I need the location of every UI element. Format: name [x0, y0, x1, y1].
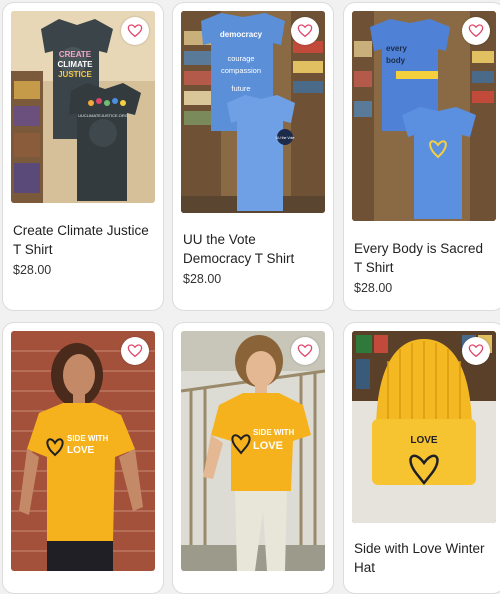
heart-outline-icon [468, 24, 484, 38]
product-price: $28.00 [183, 272, 222, 286]
product-price: $28.00 [354, 281, 393, 295]
product-card[interactable]: SIDE WITH LOVE [2, 322, 164, 594]
product-title[interactable]: Side with Love Winter Hat [354, 539, 494, 577]
product-card[interactable]: CREATE CLIMATE JUSTICE UUCLIMATEJUSTICE.… [2, 2, 164, 311]
shirt-print-text: CLIMATE [58, 60, 94, 69]
heart-outline-icon [468, 344, 484, 358]
favorite-button[interactable] [291, 17, 319, 45]
favorite-button[interactable] [121, 337, 149, 365]
product-title[interactable]: Every Body is Sacred T Shirt [354, 239, 494, 277]
product-card[interactable]: SIDE WITH LOVE [172, 322, 334, 594]
hat-print-text: LOVE [410, 435, 438, 446]
favorite-button[interactable] [121, 17, 149, 45]
favorite-button[interactable] [462, 17, 490, 45]
shirt-print-text: JUSTICE [58, 70, 92, 79]
product-card[interactable]: LOVE Side with Love Winter Hat [343, 322, 500, 594]
product-image[interactable]: CREATE CLIMATE JUSTICE UUCLIMATEJUSTICE.… [11, 11, 155, 203]
heart-outline-icon [297, 344, 313, 358]
product-title[interactable]: Create Climate Justice T Shirt [13, 221, 153, 259]
shirt-print-text: SIDE WITH [67, 434, 109, 443]
heart-outline-icon [127, 24, 143, 38]
shirt-print-text: CREATE [59, 50, 92, 59]
shirt-print-text: courage [227, 54, 254, 63]
favorite-button[interactable] [462, 337, 490, 365]
shirt-print-text: LOVE [67, 445, 95, 456]
product-card[interactable]: democracy courage compassion future UU t… [172, 2, 334, 311]
heart-outline-icon [297, 24, 313, 38]
favorite-button[interactable] [291, 337, 319, 365]
product-title[interactable]: UU the Vote Democracy T Shirt [183, 230, 323, 268]
product-image[interactable]: SIDE WITH LOVE [181, 331, 325, 571]
shirt-print-text: democracy [220, 30, 263, 39]
product-price: $28.00 [13, 263, 52, 277]
badge-text: UU the Vote [276, 136, 295, 140]
shirt-print-text: UUCLIMATEJUSTICE.ORG [78, 113, 128, 118]
product-image[interactable]: every body [352, 11, 496, 221]
product-card[interactable]: every body Every Body is Sacred T Shirt … [343, 2, 500, 311]
shirt-print-text: SIDE WITH [253, 428, 295, 437]
heart-outline-icon [127, 344, 143, 358]
shirt-print-text: every [386, 44, 407, 53]
shirt-print-text: body [386, 56, 406, 65]
shirt-print-text: compassion [221, 66, 261, 75]
product-image[interactable]: LOVE [352, 331, 496, 523]
product-image[interactable]: SIDE WITH LOVE [11, 331, 155, 571]
shirt-print-text: LOVE [253, 440, 283, 452]
shirt-print-text: future [231, 84, 250, 93]
product-image[interactable]: democracy courage compassion future UU t… [181, 11, 325, 213]
